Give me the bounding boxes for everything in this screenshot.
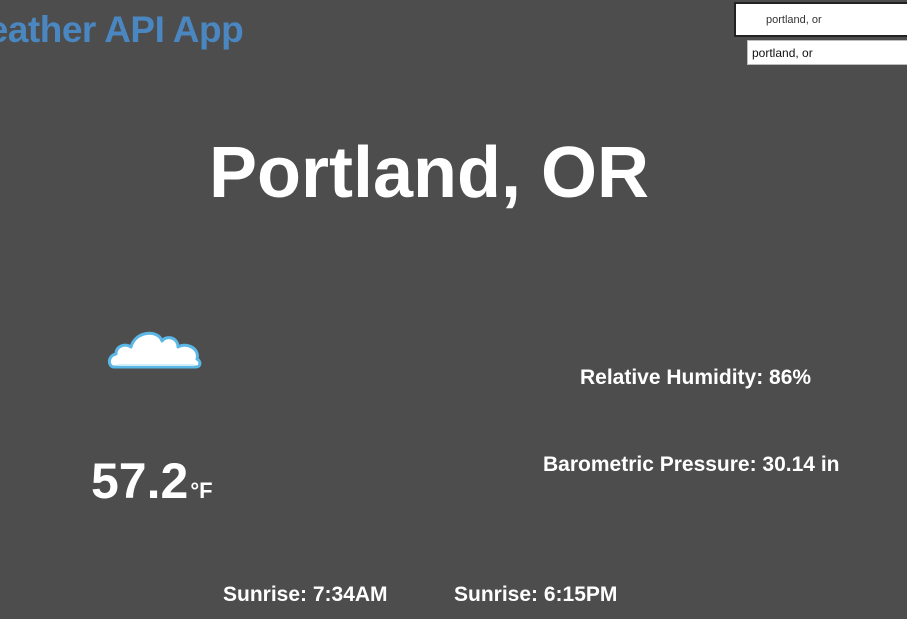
cloud-icon bbox=[107, 331, 202, 369]
relative-humidity: Relative Humidity: 86% bbox=[580, 366, 812, 389]
barometric-pressure: Barometric Pressure: 30.14 in bbox=[543, 453, 840, 476]
weather-app-page: Weather API App portland, or Portland, O… bbox=[0, 0, 907, 619]
temperature-display: 57.2°F bbox=[91, 452, 213, 510]
location-search-input[interactable] bbox=[734, 2, 907, 37]
sunrise-time: Sunrise: 7:34AM bbox=[223, 583, 388, 606]
app-title: Weather API App bbox=[0, 9, 244, 50]
autocomplete-suggestion[interactable]: portland, or bbox=[747, 40, 907, 65]
sunset-time: Sunrise: 6:15PM bbox=[454, 583, 618, 606]
temperature-value: 57.2 bbox=[91, 453, 189, 509]
city-name: Portland, OR bbox=[208, 133, 649, 213]
temperature-unit: °F bbox=[190, 478, 213, 503]
